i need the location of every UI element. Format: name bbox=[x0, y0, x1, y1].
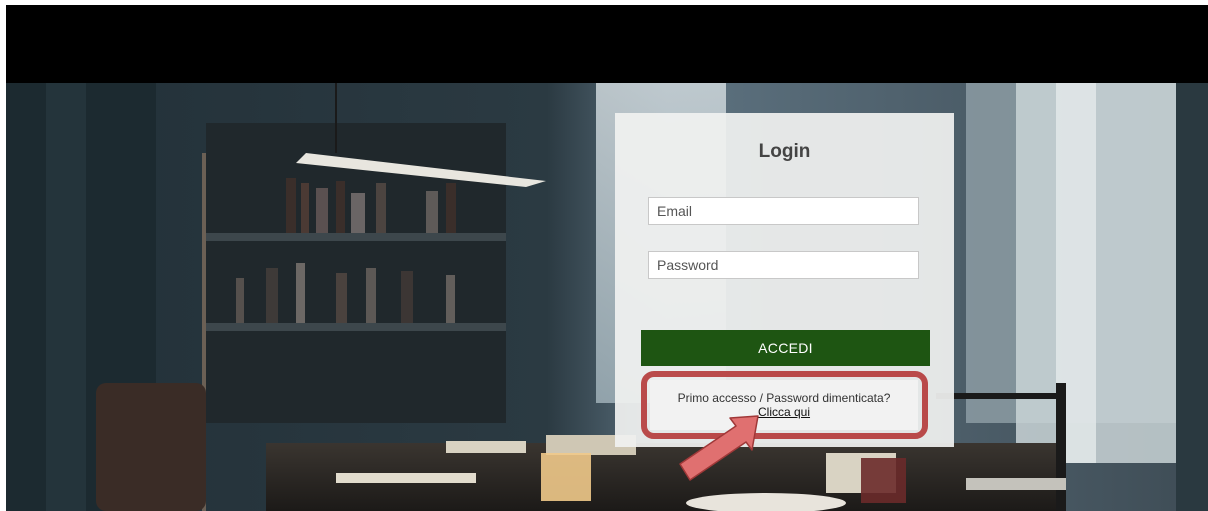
background-photo bbox=[6, 83, 1208, 511]
login-title: Login bbox=[758, 141, 811, 162]
accedi-button[interactable]: ACCEDI bbox=[641, 330, 930, 366]
page-frame bbox=[6, 5, 1208, 511]
clicca-qui-link[interactable]: Clicca qui bbox=[650, 405, 918, 419]
password-field[interactable] bbox=[648, 251, 919, 279]
library-room-illustration bbox=[6, 83, 1208, 511]
email-field[interactable] bbox=[648, 197, 919, 225]
top-bar bbox=[6, 5, 1208, 83]
help-text: Primo accesso / Password dimenticata? bbox=[677, 391, 891, 405]
help-box: Primo accesso / Password dimenticata? Cl… bbox=[650, 380, 918, 430]
